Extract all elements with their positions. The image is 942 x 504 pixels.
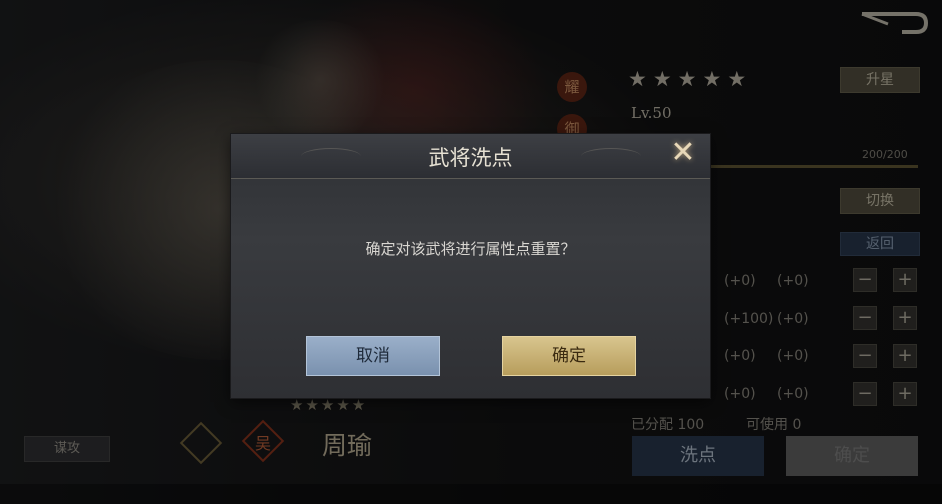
close-icon[interactable]: ✕ [668, 138, 698, 168]
dialog-header: 武将洗点 ✕ [231, 134, 710, 179]
confirm-button[interactable]: 确定 [502, 336, 636, 376]
dialog-message: 确定对该武将进行属性点重置？ [365, 240, 576, 258]
dialog-title: 武将洗点 [428, 146, 513, 170]
wash-points-dialog: 武将洗点 ✕ 确定对该武将进行属性点重置？ 取消 确定 [231, 134, 710, 398]
cancel-button[interactable]: 取消 [306, 336, 440, 376]
